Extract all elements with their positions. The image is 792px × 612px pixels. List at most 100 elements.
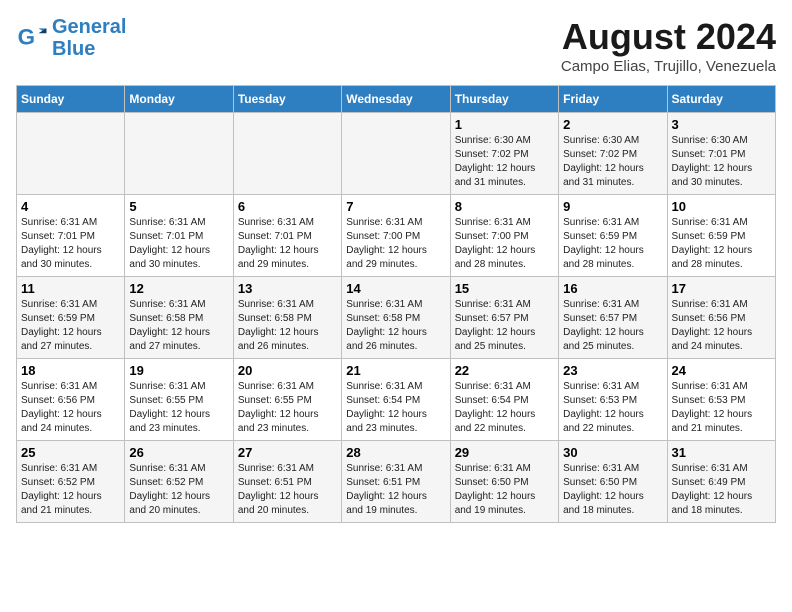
day-cell: 7 Sunrise: 6:31 AM Sunset: 7:00 PM Daylig… <box>342 195 450 277</box>
day-number: 26 <box>129 445 228 460</box>
day-cell: 28 Sunrise: 6:31 AM Sunset: 6:51 PM Dayli… <box>342 441 450 523</box>
col-header-monday: Monday <box>125 86 233 113</box>
day-info: Sunrise: 6:31 AM Sunset: 6:57 PM Dayligh… <box>455 298 554 354</box>
day-number: 18 <box>21 363 120 378</box>
day-cell: 3 Sunrise: 6:30 AM Sunset: 7:01 PM Daylig… <box>667 113 775 195</box>
day-info: Sunrise: 6:31 AM Sunset: 6:53 PM Dayligh… <box>563 380 662 436</box>
day-info: Sunrise: 6:31 AM Sunset: 6:51 PM Dayligh… <box>346 462 445 518</box>
day-info: Sunrise: 6:31 AM Sunset: 7:00 PM Dayligh… <box>346 216 445 272</box>
day-info: Sunrise: 6:31 AM Sunset: 7:01 PM Dayligh… <box>238 216 337 272</box>
day-number: 10 <box>672 199 771 214</box>
day-cell: 18Sunrise: 6:31 AM Sunset: 6:56 PM Dayli… <box>17 359 125 441</box>
subtitle: Campo Elias, Trujillo, Venezuela <box>561 58 776 75</box>
day-cell: 20 Sunrise: 6:31 AM Sunset: 6:55 PM Dayli… <box>233 359 341 441</box>
day-cell: 26 Sunrise: 6:31 AM Sunset: 6:52 PM Dayli… <box>125 441 233 523</box>
day-info: Sunrise: 6:30 AM Sunset: 7:02 PM Dayligh… <box>455 134 554 190</box>
day-cell: 2 Sunrise: 6:30 AM Sunset: 7:02 PM Daylig… <box>559 113 667 195</box>
day-number: 13 <box>238 281 337 296</box>
day-number: 23 <box>563 363 662 378</box>
day-info: Sunrise: 6:31 AM Sunset: 6:54 PM Dayligh… <box>455 380 554 436</box>
day-cell: 30 Sunrise: 6:31 AM Sunset: 6:50 PM Dayli… <box>559 441 667 523</box>
day-info: Sunrise: 6:31 AM Sunset: 6:51 PM Dayligh… <box>238 462 337 518</box>
col-header-friday: Friday <box>559 86 667 113</box>
day-number: 29 <box>455 445 554 460</box>
day-number: 25 <box>21 445 120 460</box>
day-info: Sunrise: 6:31 AM Sunset: 6:55 PM Dayligh… <box>129 380 228 436</box>
day-cell: 15Sunrise: 6:31 AM Sunset: 6:57 PM Dayli… <box>450 277 558 359</box>
day-info: Sunrise: 6:31 AM Sunset: 6:56 PM Dayligh… <box>672 298 771 354</box>
day-cell: 29 Sunrise: 6:31 AM Sunset: 6:50 PM Dayli… <box>450 441 558 523</box>
day-number: 14 <box>346 281 445 296</box>
day-info: Sunrise: 6:31 AM Sunset: 6:59 PM Dayligh… <box>563 216 662 272</box>
day-info: Sunrise: 6:31 AM Sunset: 6:52 PM Dayligh… <box>21 462 120 518</box>
day-cell: 4 Sunrise: 6:31 AM Sunset: 7:01 PM Daylig… <box>17 195 125 277</box>
day-cell: 19 Sunrise: 6:31 AM Sunset: 6:55 PM Dayli… <box>125 359 233 441</box>
day-cell: 17 Sunrise: 6:31 AM Sunset: 6:56 PM Dayli… <box>667 277 775 359</box>
day-number: 7 <box>346 199 445 214</box>
day-info: Sunrise: 6:31 AM Sunset: 6:58 PM Dayligh… <box>129 298 228 354</box>
day-number: 4 <box>21 199 120 214</box>
day-number: 31 <box>672 445 771 460</box>
day-cell: 11 Sunrise: 6:31 AM Sunset: 6:59 PM Dayli… <box>17 277 125 359</box>
day-cell: 13Sunrise: 6:31 AM Sunset: 6:58 PM Dayli… <box>233 277 341 359</box>
week-row-5: 25 Sunrise: 6:31 AM Sunset: 6:52 PM Dayli… <box>17 441 776 523</box>
day-number: 2 <box>563 117 662 132</box>
day-cell: 5 Sunrise: 6:31 AM Sunset: 7:01 PM Daylig… <box>125 195 233 277</box>
day-cell: 22 Sunrise: 6:31 AM Sunset: 6:54 PM Dayli… <box>450 359 558 441</box>
day-cell: 1Sunrise: 6:30 AM Sunset: 7:02 PM Daylig… <box>450 113 558 195</box>
logo: G General Blue <box>16 16 126 60</box>
day-cell: 6Sunrise: 6:31 AM Sunset: 7:01 PM Daylig… <box>233 195 341 277</box>
day-info: Sunrise: 6:31 AM Sunset: 6:49 PM Dayligh… <box>672 462 771 518</box>
day-cell: 27Sunrise: 6:31 AM Sunset: 6:51 PM Dayli… <box>233 441 341 523</box>
day-cell <box>17 113 125 195</box>
day-number: 20 <box>238 363 337 378</box>
day-info: Sunrise: 6:31 AM Sunset: 7:00 PM Dayligh… <box>455 216 554 272</box>
day-number: 21 <box>346 363 445 378</box>
day-cell: 24Sunrise: 6:31 AM Sunset: 6:53 PM Dayli… <box>667 359 775 441</box>
col-header-tuesday: Tuesday <box>233 86 341 113</box>
day-number: 11 <box>21 281 120 296</box>
day-cell: 23 Sunrise: 6:31 AM Sunset: 6:53 PM Dayli… <box>559 359 667 441</box>
week-row-3: 11 Sunrise: 6:31 AM Sunset: 6:59 PM Dayli… <box>17 277 776 359</box>
day-cell: 10 Sunrise: 6:31 AM Sunset: 6:59 PM Dayli… <box>667 195 775 277</box>
day-info: Sunrise: 6:31 AM Sunset: 6:55 PM Dayligh… <box>238 380 337 436</box>
day-info: Sunrise: 6:31 AM Sunset: 6:59 PM Dayligh… <box>21 298 120 354</box>
day-info: Sunrise: 6:31 AM Sunset: 6:57 PM Dayligh… <box>563 298 662 354</box>
day-info: Sunrise: 6:31 AM Sunset: 6:59 PM Dayligh… <box>672 216 771 272</box>
col-header-saturday: Saturday <box>667 86 775 113</box>
day-info: Sunrise: 6:31 AM Sunset: 6:50 PM Dayligh… <box>455 462 554 518</box>
logo-icon: G <box>16 22 48 54</box>
day-info: Sunrise: 6:31 AM Sunset: 7:01 PM Dayligh… <box>129 216 228 272</box>
day-cell: 8 Sunrise: 6:31 AM Sunset: 7:00 PM Daylig… <box>450 195 558 277</box>
col-header-wednesday: Wednesday <box>342 86 450 113</box>
day-info: Sunrise: 6:30 AM Sunset: 7:01 PM Dayligh… <box>672 134 771 190</box>
day-number: 8 <box>455 199 554 214</box>
logo-line2: Blue <box>52 38 95 60</box>
day-number: 5 <box>129 199 228 214</box>
day-info: Sunrise: 6:30 AM Sunset: 7:02 PM Dayligh… <box>563 134 662 190</box>
day-number: 19 <box>129 363 228 378</box>
day-info: Sunrise: 6:31 AM Sunset: 6:50 PM Dayligh… <box>563 462 662 518</box>
day-number: 22 <box>455 363 554 378</box>
day-info: Sunrise: 6:31 AM Sunset: 6:58 PM Dayligh… <box>346 298 445 354</box>
day-number: 16 <box>563 281 662 296</box>
day-info: Sunrise: 6:31 AM Sunset: 6:53 PM Dayligh… <box>672 380 771 436</box>
day-cell: 16 Sunrise: 6:31 AM Sunset: 6:57 PM Dayli… <box>559 277 667 359</box>
col-header-sunday: Sunday <box>17 86 125 113</box>
title-area: August 2024 Campo Elias, Trujillo, Venez… <box>561 16 776 75</box>
day-info: Sunrise: 6:31 AM Sunset: 7:01 PM Dayligh… <box>21 216 120 272</box>
day-number: 30 <box>563 445 662 460</box>
day-cell: 12Sunrise: 6:31 AM Sunset: 6:58 PM Dayli… <box>125 277 233 359</box>
day-info: Sunrise: 6:31 AM Sunset: 6:52 PM Dayligh… <box>129 462 228 518</box>
header: G General Blue August 2024 Campo Elias, … <box>16 16 776 75</box>
day-cell: 31 Sunrise: 6:31 AM Sunset: 6:49 PM Dayli… <box>667 441 775 523</box>
day-cell: 14 Sunrise: 6:31 AM Sunset: 6:58 PM Dayli… <box>342 277 450 359</box>
svg-text:G: G <box>18 24 35 49</box>
week-row-1: 1Sunrise: 6:30 AM Sunset: 7:02 PM Daylig… <box>17 113 776 195</box>
day-cell <box>125 113 233 195</box>
main-title: August 2024 <box>561 16 776 58</box>
day-number: 17 <box>672 281 771 296</box>
logo-text: General Blue <box>52 16 126 60</box>
day-number: 28 <box>346 445 445 460</box>
day-number: 3 <box>672 117 771 132</box>
